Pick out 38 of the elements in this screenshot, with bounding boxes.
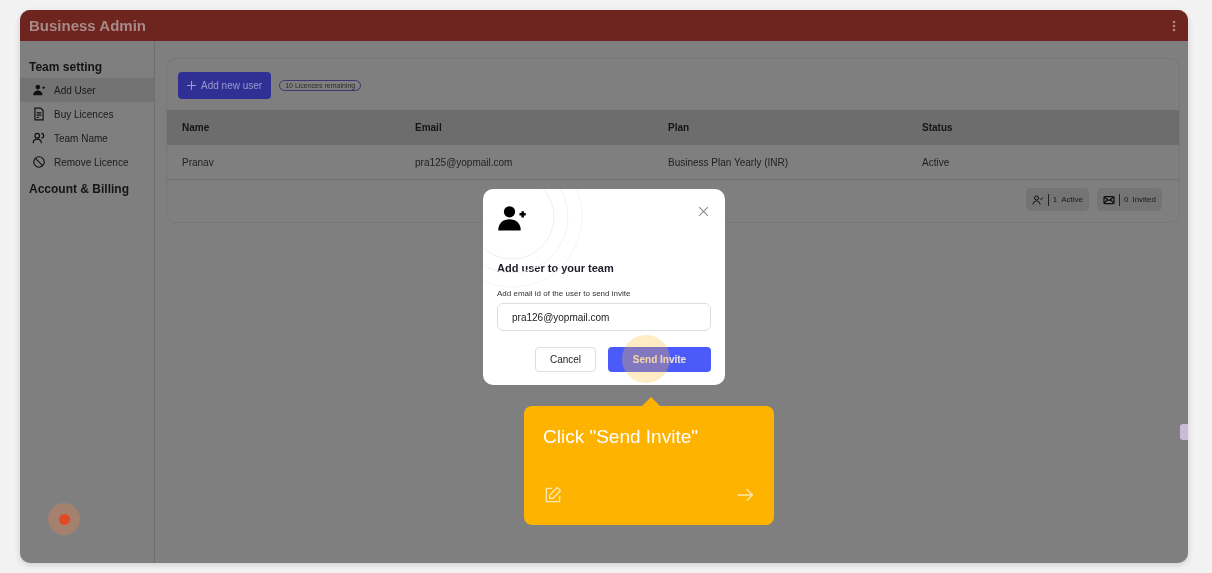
email-field[interactable]: pra126@yopmail.com (497, 303, 711, 331)
document-icon (32, 107, 46, 121)
stat-count: 1 (1052, 195, 1058, 204)
cancel-button[interactable]: Cancel (535, 347, 596, 372)
person-plus-icon (32, 83, 46, 97)
sidebar-section-title[interactable]: Account & Billing (20, 180, 154, 200)
person-plus-icon (497, 203, 527, 233)
more-menu-icon[interactable] (1172, 19, 1176, 32)
record-button[interactable] (48, 503, 80, 535)
edit-icon[interactable] (543, 485, 563, 505)
column-header: Plan (667, 122, 691, 133)
person-check-icon (1031, 193, 1044, 206)
send-invite-button[interactable]: Send Invite (608, 347, 711, 372)
table-cell-text: Business Plan Yearly (INR) (667, 156, 790, 168)
app-title: Business Admin (29, 17, 146, 34)
stat-label: Invited (1132, 195, 1156, 204)
table-cell-text: pra125@yopmail.com (414, 156, 514, 168)
sidebar-item[interactable]: Add User (20, 78, 154, 102)
add-user-button[interactable]: Add new user (178, 72, 272, 99)
dialog-title: Add user to your team (497, 262, 615, 274)
sidebar-item[interactable]: Team Name (20, 126, 154, 150)
sidebar-section-title[interactable]: Team setting (20, 58, 154, 78)
ban-icon (32, 155, 46, 169)
sidebar-item[interactable]: Remove Licence (20, 150, 154, 174)
people-icon (32, 131, 46, 145)
column-header: Status (921, 122, 954, 133)
column-header: Email (414, 122, 443, 133)
mail-icon (1102, 193, 1115, 206)
table-cell-text: Active (921, 156, 951, 168)
sidebar-item[interactable]: Buy Licences (20, 102, 154, 126)
guide-text: Click "Send Invite" (543, 426, 699, 448)
close-button[interactable] (698, 206, 709, 217)
plus-icon (187, 81, 196, 90)
table-cell-text: Pranav (181, 156, 215, 168)
stat-count: 0 (1123, 195, 1129, 204)
field-label: Add email id of the user to send invite (497, 289, 632, 298)
stat-label: Active (1061, 195, 1083, 204)
column-header: Name (181, 122, 211, 133)
